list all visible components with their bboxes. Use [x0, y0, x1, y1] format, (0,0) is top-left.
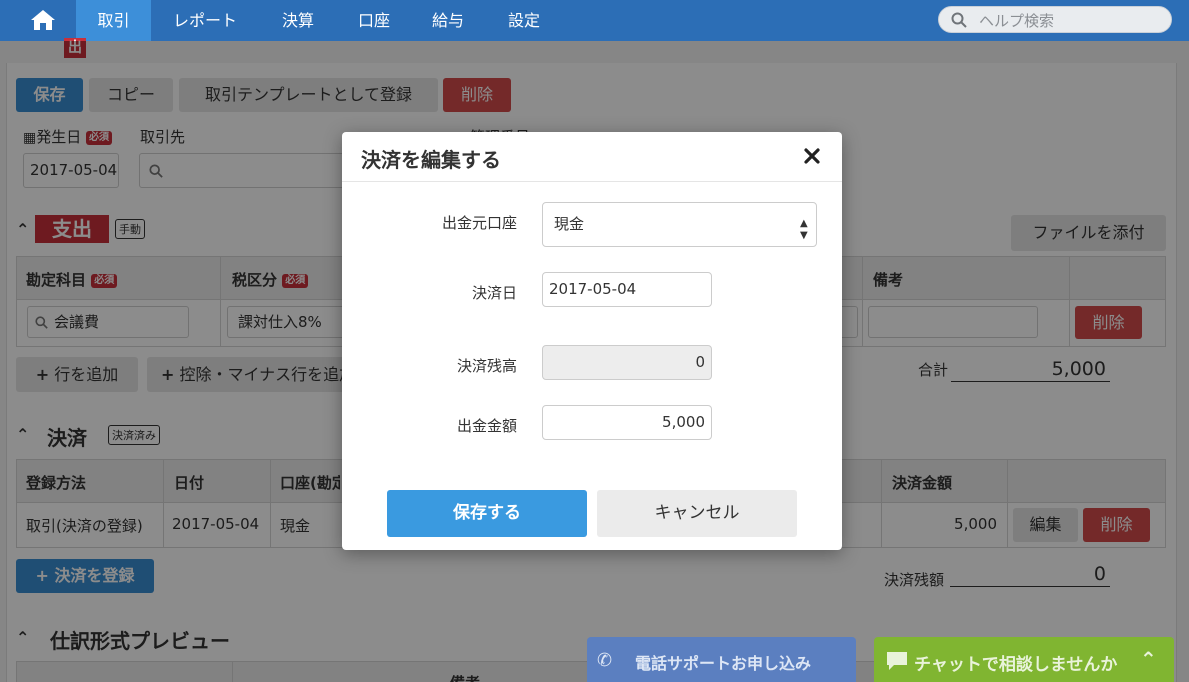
nav-item-payroll[interactable]: 給与	[420, 0, 476, 41]
edit-settlement-modal: 決済を編集する 出金元口座 現金 ▲ ▼ 決済日 2017-05-04 決済残高 …	[342, 132, 842, 550]
source-account-label: 出金元口座	[441, 214, 517, 232]
nav-item-reports[interactable]: レポート	[160, 0, 250, 41]
modal-cancel-button[interactable]: キャンセル	[597, 490, 797, 537]
settlement-balance-label: 決済残高	[456, 357, 517, 375]
modal-save-button[interactable]: 保存する	[387, 490, 587, 537]
close-icon[interactable]	[804, 148, 824, 168]
settlement-date-field[interactable]: 2017-05-04	[542, 272, 712, 307]
chat-label: チャットで相談しませんか	[914, 655, 1118, 675]
phone-icon: ✆	[597, 650, 613, 671]
top-navigation: 取引 レポート 決算 口座 給与 設定 ヘルプ検索	[0, 0, 1189, 41]
home-icon[interactable]	[18, 6, 68, 34]
settlement-date-label: 決済日	[471, 284, 517, 302]
nav-item-transactions[interactable]: 取引	[76, 0, 151, 41]
modal-title: 決済を編集する	[361, 148, 501, 172]
chat-bubble-icon	[887, 652, 907, 670]
phone-support-widget[interactable]: ✆ 電話サポートお申し込み	[587, 637, 856, 682]
nav-item-accounts[interactable]: 口座	[346, 0, 402, 41]
help-search-placeholder: ヘルプ検索	[979, 12, 1055, 30]
source-account-select[interactable]: 現金 ▲ ▼	[542, 202, 817, 247]
source-account-value: 現金	[554, 215, 585, 233]
chevron-up-icon[interactable]: ⌃	[1140, 647, 1157, 671]
modal-header: 決済を編集する	[342, 132, 842, 182]
chat-widget[interactable]: チャットで相談しませんか ⌃	[874, 637, 1174, 682]
settlement-balance-field: 0	[542, 345, 712, 380]
payment-amount-label: 出金金額	[456, 417, 517, 435]
nav-item-settlement[interactable]: 決算	[270, 0, 326, 41]
payment-amount-field[interactable]: 5,000	[542, 405, 712, 440]
phone-support-label: 電話サポートお申し込み	[635, 654, 812, 673]
select-arrows-icon: ▲ ▼	[800, 218, 808, 241]
help-search-input[interactable]: ヘルプ検索	[938, 6, 1172, 33]
nav-item-settings[interactable]: 設定	[496, 0, 552, 41]
search-icon	[951, 12, 967, 28]
